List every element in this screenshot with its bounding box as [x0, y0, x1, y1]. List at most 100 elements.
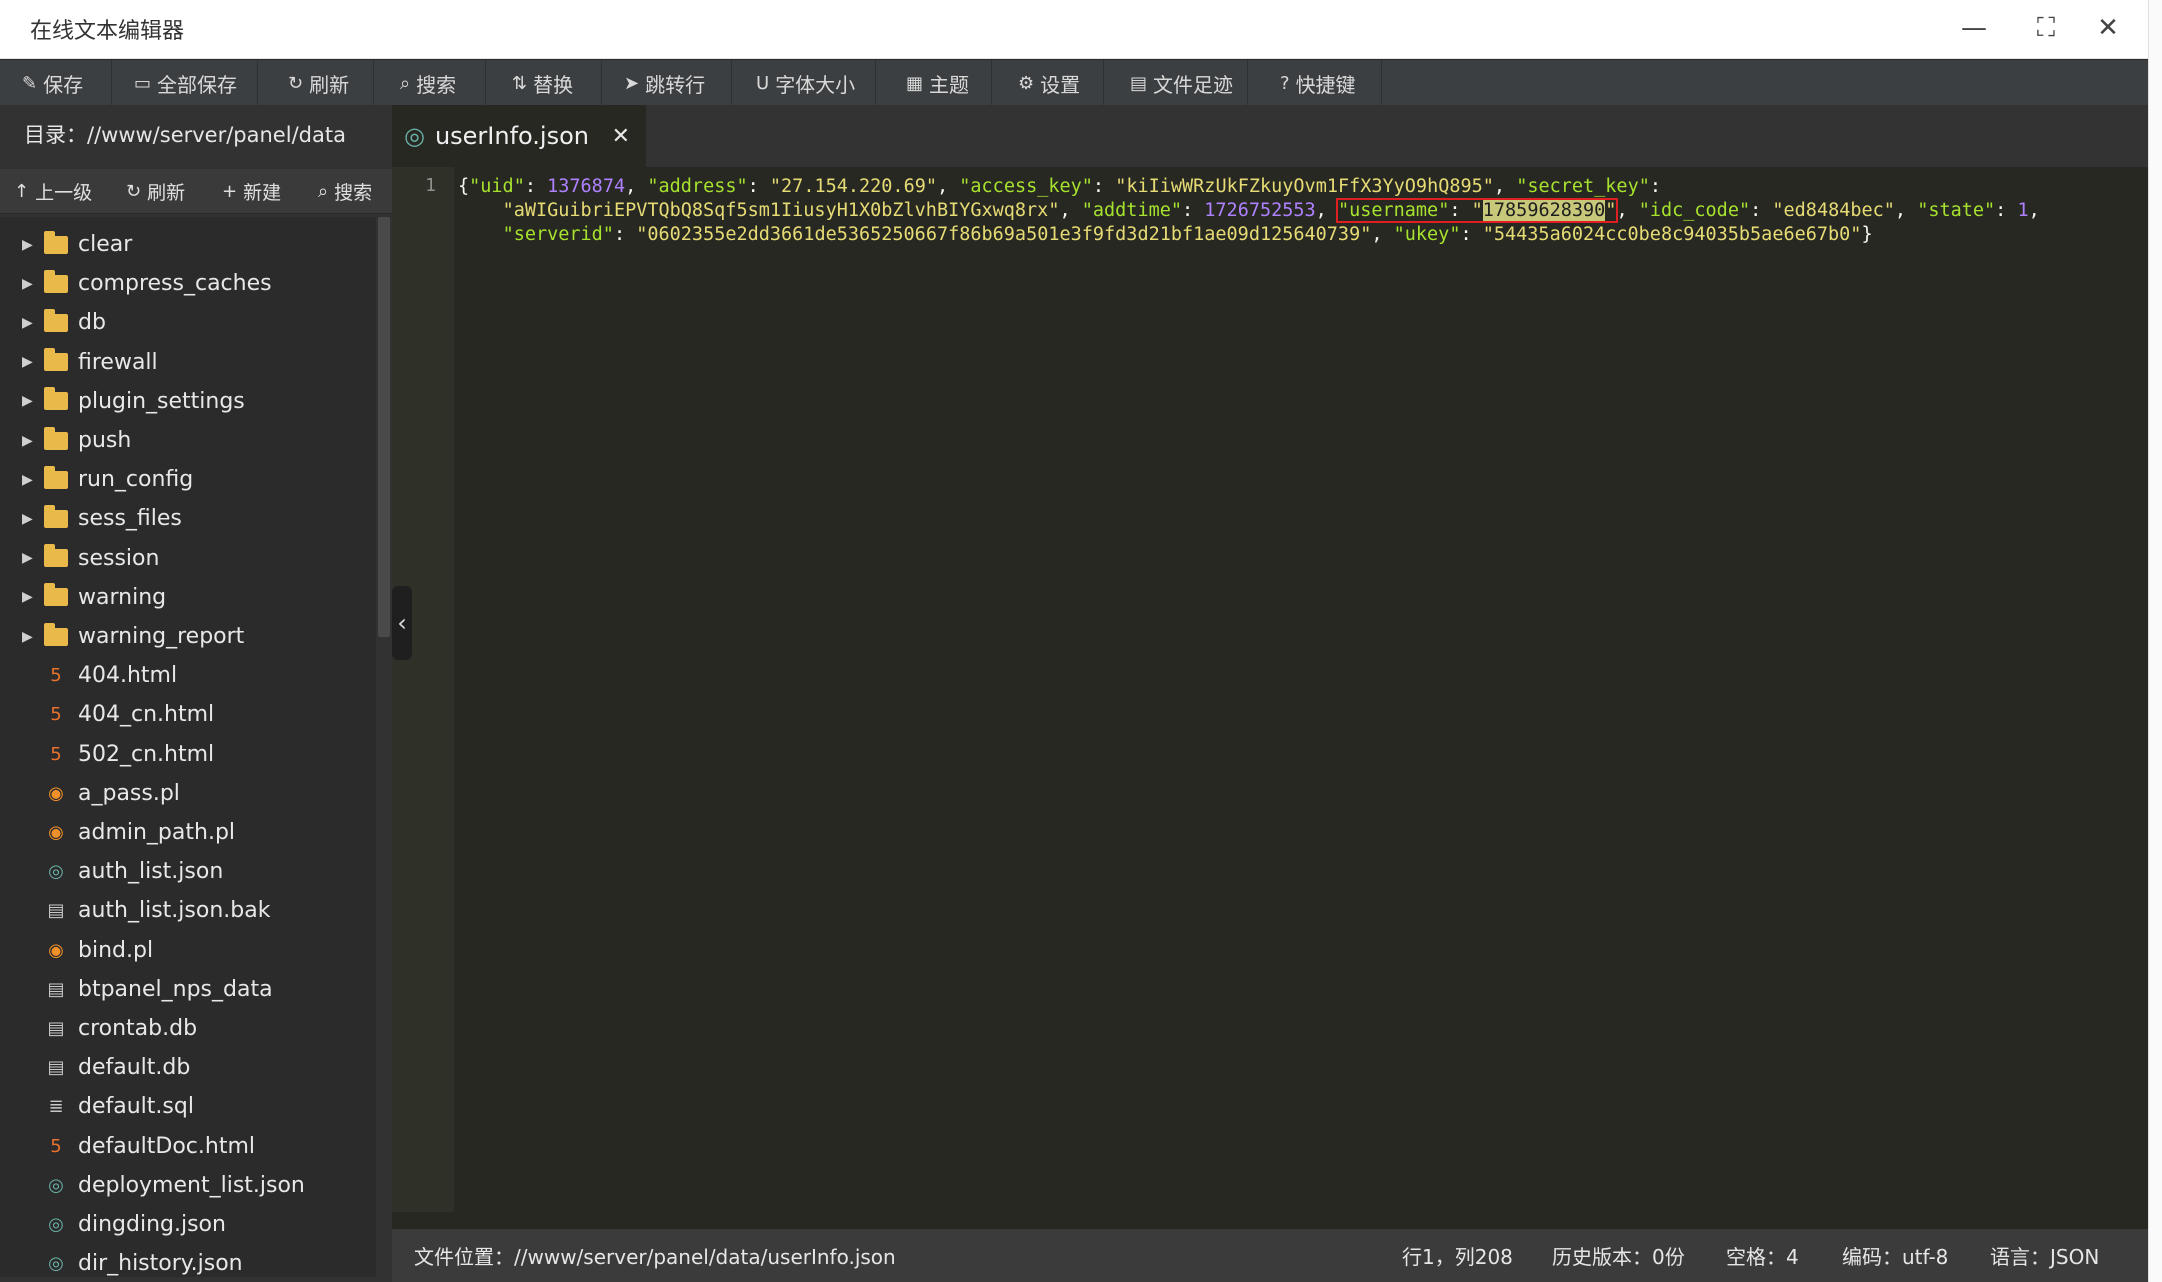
maximize-icon[interactable]: ⛶: [2024, 8, 2068, 48]
item-name: db: [78, 310, 106, 336]
item-name: firewall: [78, 349, 158, 375]
code-content[interactable]: {"uid": 1376874, "address": "27.154.220.…: [458, 175, 2078, 247]
folder-item[interactable]: ▶ clear: [0, 225, 376, 264]
folder-item[interactable]: ▶ warning_report: [0, 617, 376, 656]
caret-right-icon[interactable]: ▶: [22, 237, 33, 253]
file-item[interactable]: ◎ deployment_list.json: [0, 1166, 376, 1205]
caret-right-icon[interactable]: ▶: [22, 433, 33, 449]
address-value: 27.154.220.69: [781, 176, 926, 197]
folder-icon: [44, 348, 68, 372]
minimize-icon[interactable]: —: [1952, 8, 1996, 48]
item-name: warning_report: [78, 624, 245, 649]
file-item[interactable]: ◎ dingding.json: [0, 1205, 376, 1244]
shortcuts-button[interactable]: ? 快捷键: [1270, 60, 1382, 106]
font-size-button[interactable]: U 字体大小: [746, 60, 876, 106]
theme-button[interactable]: ▦ 主题: [896, 60, 992, 106]
ukey-value: 54435a6024cc0be8c94035b5ae6e67b0: [1493, 224, 1851, 245]
editor-area: ◎ userInfo.json ✕ 1 {"uid": 1376874, "ad…: [392, 105, 2148, 1282]
refresh-button[interactable]: ↻ 刷新: [278, 60, 374, 106]
item-name: dir_history.json: [78, 1251, 243, 1277]
close-icon[interactable]: ✕: [2086, 8, 2130, 48]
new-file-button[interactable]: + 新建: [222, 169, 281, 213]
sidebar-search-button[interactable]: ⌕ 搜索: [318, 169, 372, 213]
html-file-icon: 5: [50, 1135, 62, 1157]
history-icon: ▤: [1130, 72, 1148, 94]
folder-item[interactable]: ▶ firewall: [0, 343, 376, 382]
folder-icon: [44, 426, 68, 450]
caret-right-icon[interactable]: ▶: [22, 589, 33, 605]
file-item[interactable]: ◉ a_pass.pl: [0, 774, 376, 813]
folder-item[interactable]: ▶ push: [0, 421, 376, 460]
code-line-1: {"uid": 1376874, "address": "27.154.220.…: [458, 176, 1661, 197]
caret-right-icon[interactable]: ▶: [22, 472, 33, 488]
indent-setting[interactable]: 空格：4: [1726, 1229, 1799, 1282]
caret-right-icon[interactable]: ▶: [22, 511, 33, 527]
close-tab-icon[interactable]: ✕: [612, 124, 630, 149]
save-button[interactable]: ✎ 保存: [12, 60, 112, 106]
caret-right-icon[interactable]: ▶: [22, 629, 33, 645]
shortcuts-label: 快捷键: [1295, 72, 1356, 97]
theme-icon: ▦: [906, 72, 924, 94]
file-history-button[interactable]: ▤ 文件足迹: [1120, 60, 1248, 106]
file-item[interactable]: 5 404.html: [0, 656, 376, 695]
goto-line-button[interactable]: ➤ 跳转行: [614, 60, 732, 106]
file-item[interactable]: ▤ btpanel_nps_data: [0, 970, 376, 1009]
language-setting[interactable]: 语言：JSON: [1990, 1229, 2099, 1282]
title-bar: 在线文本编辑器 — ⛶ ✕: [0, 0, 2148, 59]
file-item[interactable]: 5 defaultDoc.html: [0, 1127, 376, 1166]
item-name: deployment_list.json: [78, 1172, 305, 1198]
html-file-icon: 5: [50, 704, 62, 726]
tab-userinfo-json[interactable]: ◎ userInfo.json ✕: [392, 105, 646, 167]
folder-item[interactable]: ▶ sess_files: [0, 499, 376, 538]
replace-button[interactable]: ⇅ 替换: [502, 60, 602, 106]
file-item[interactable]: ▤ auth_list.json.bak: [0, 891, 376, 930]
parent-dir-label: 上一级: [35, 181, 93, 204]
help-icon: ?: [1280, 72, 1290, 94]
item-name: plugin_settings: [78, 388, 245, 414]
parent-dir-button[interactable]: ↑ 上一级: [14, 169, 92, 213]
folder-icon: [44, 269, 68, 293]
file-item[interactable]: 5 404_cn.html: [0, 695, 376, 734]
folder-item[interactable]: ▶ session: [0, 539, 376, 578]
caret-right-icon[interactable]: ▶: [22, 315, 33, 331]
encoding-setting[interactable]: 编码：utf-8: [1842, 1229, 1948, 1282]
caret-right-icon[interactable]: ▶: [22, 354, 33, 370]
file-item[interactable]: ≣ default.sql: [0, 1087, 376, 1126]
file-item[interactable]: ◉ bind.pl: [0, 931, 376, 970]
text-file-icon: ▤: [47, 1018, 65, 1039]
json-file-icon: ◎: [404, 122, 425, 150]
item-name: crontab.db: [78, 1016, 198, 1041]
folder-item[interactable]: ▶ run_config: [0, 460, 376, 499]
file-item[interactable]: ◎ auth_list.json: [0, 852, 376, 891]
settings-button[interactable]: ⚙ 设置: [1008, 60, 1104, 106]
sidebar-refresh-button[interactable]: ↻ 刷新: [126, 169, 185, 213]
folder-item[interactable]: ▶ db: [0, 303, 376, 342]
json-file-icon: ◎: [48, 1253, 64, 1275]
editor-scrollbar[interactable]: [2134, 167, 2148, 1229]
tab-bar: ◎ userInfo.json ✕: [392, 105, 2148, 167]
sidebar-refresh-label: 刷新: [147, 181, 186, 204]
file-history-label: 文件足迹: [1153, 72, 1234, 97]
folder-item[interactable]: ▶ compress_caches: [0, 264, 376, 303]
file-item[interactable]: ◉ admin_path.pl: [0, 813, 376, 852]
file-item[interactable]: ▤ default.db: [0, 1048, 376, 1087]
search-button[interactable]: ⌕ 搜索: [390, 60, 486, 106]
file-item[interactable]: 5 502_cn.html: [0, 735, 376, 774]
username-value: 17859628390: [1482, 200, 1606, 221]
refresh-icon: ↻: [126, 180, 142, 202]
history-versions[interactable]: 历史版本：0份: [1552, 1229, 1685, 1282]
cursor-position[interactable]: 行1，列208: [1402, 1229, 1513, 1282]
send-icon: ➤: [624, 72, 640, 94]
tree-scrollbar[interactable]: [378, 217, 390, 637]
file-item[interactable]: ◎ dir_history.json: [0, 1244, 376, 1277]
collapse-sidebar-button[interactable]: ‹: [392, 586, 412, 660]
folder-item[interactable]: ▶ plugin_settings: [0, 382, 376, 421]
file-item[interactable]: ▤ crontab.db: [0, 1009, 376, 1048]
caret-right-icon[interactable]: ▶: [22, 393, 33, 409]
database-file-icon: ≣: [48, 1096, 64, 1118]
caret-right-icon[interactable]: ▶: [22, 276, 33, 292]
folder-item[interactable]: ▶ warning: [0, 578, 376, 617]
save-all-button[interactable]: ▭ 全部保存: [124, 60, 258, 106]
caret-right-icon[interactable]: ▶: [22, 550, 33, 566]
json-file-icon: ◎: [48, 861, 64, 883]
